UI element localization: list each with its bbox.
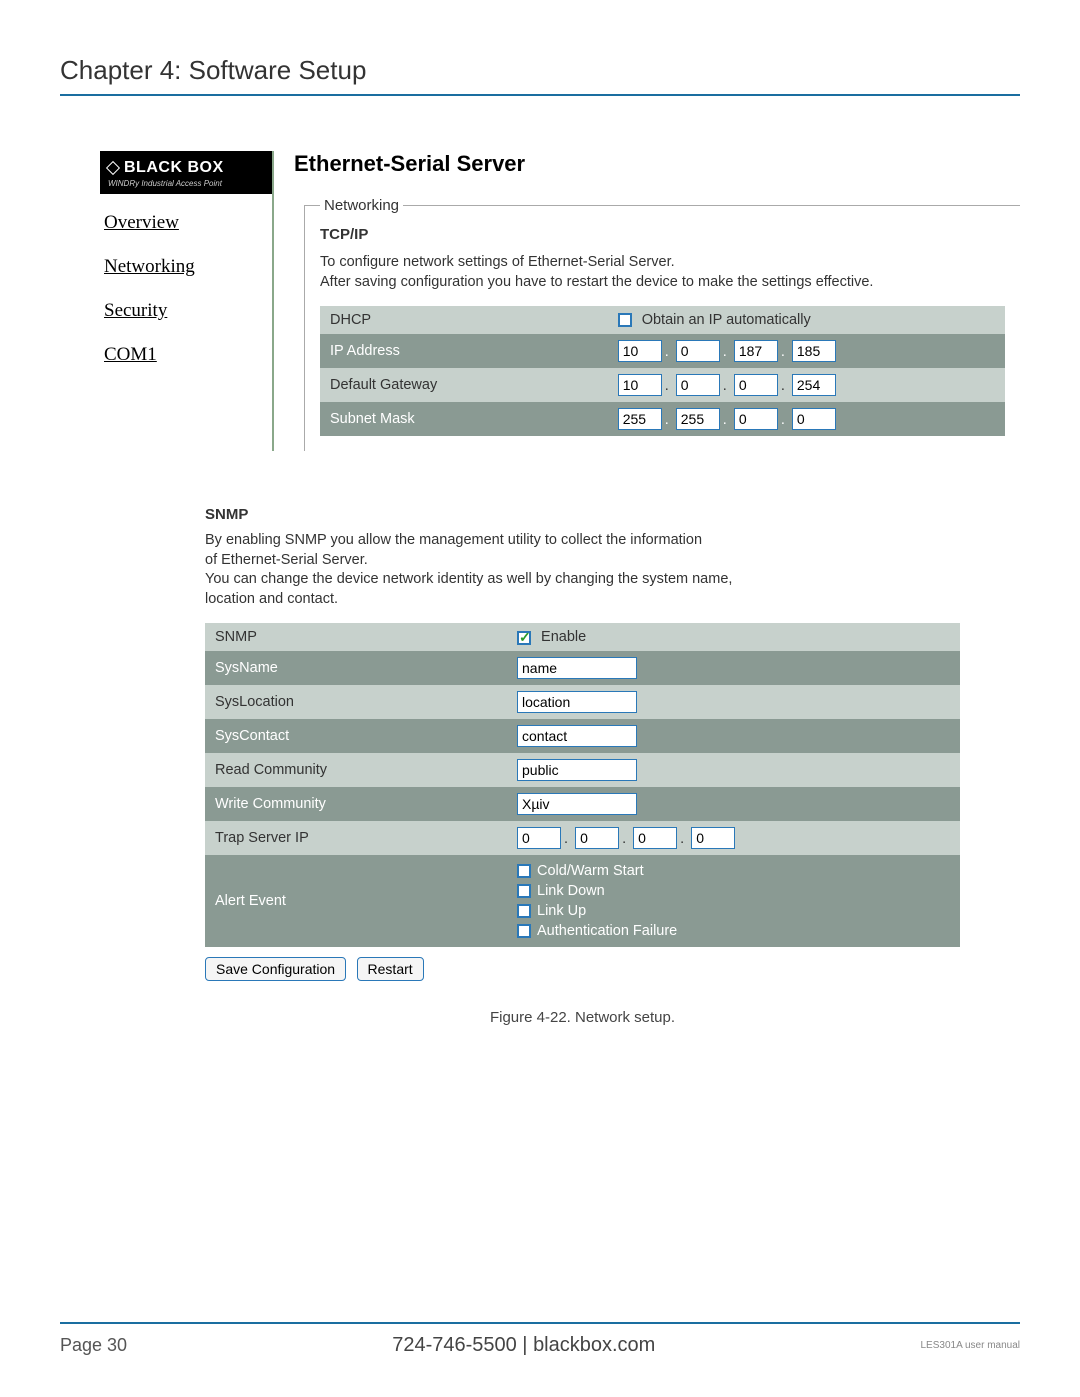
diamond-icon	[106, 161, 120, 175]
ip-octet-1[interactable]	[618, 340, 662, 362]
writecomm-input[interactable]	[517, 793, 637, 815]
nav-com1[interactable]: COM1	[104, 344, 272, 366]
page-number: Page 30	[60, 1335, 127, 1356]
nav-networking[interactable]: Networking	[104, 256, 272, 278]
dhcp-option: Obtain an IP automatically	[642, 312, 811, 328]
sysname-input[interactable]	[517, 657, 637, 679]
readcomm-input[interactable]	[517, 759, 637, 781]
mask-octet-2[interactable]	[676, 408, 720, 430]
gw-octet-1[interactable]	[618, 374, 662, 396]
writecomm-label: Write Community	[205, 787, 507, 821]
snmp-desc-1: By enabling SNMP you allow the managemen…	[205, 532, 702, 548]
alert-coldwarm-checkbox[interactable]	[517, 864, 531, 878]
snmp-enable-option: Enable	[541, 629, 586, 645]
mask-octet-1[interactable]	[618, 408, 662, 430]
dhcp-checkbox[interactable]	[618, 313, 632, 327]
trapip-octet-3[interactable]	[633, 827, 677, 849]
trapip-octet-1[interactable]	[517, 827, 561, 849]
trapip-octet-4[interactable]	[691, 827, 735, 849]
gw-octet-3[interactable]	[734, 374, 778, 396]
nav-overview[interactable]: Overview	[104, 212, 272, 234]
restart-button[interactable]: Restart	[357, 957, 424, 981]
snmp-desc-2: of Ethernet-Serial Server.	[205, 552, 368, 568]
alert-label: Alert Event	[205, 855, 507, 947]
alert-authfail-text: Authentication Failure	[537, 923, 677, 939]
trapip-label: Trap Server IP	[205, 821, 507, 855]
figure-caption: Figure 4-22. Network setup.	[205, 1009, 960, 1026]
alert-linkup-text: Link Up	[537, 903, 586, 919]
snmp-table: SNMP Enable SysName SysLocation SysConta…	[205, 623, 960, 947]
ip-label: IP Address	[320, 334, 608, 368]
snmp-desc-3: You can change the device network identi…	[205, 571, 732, 587]
tcpip-desc-line2: After saving configuration you have to r…	[320, 274, 873, 290]
snmp-desc-4: location and contact.	[205, 591, 338, 607]
networking-fieldset: Networking TCP/IP To configure network s…	[304, 197, 1020, 451]
readcomm-label: Read Community	[205, 753, 507, 787]
save-button[interactable]: Save Configuration	[205, 957, 346, 981]
sysname-label: SysName	[205, 651, 507, 685]
syscontact-input[interactable]	[517, 725, 637, 747]
tcpip-desc: To configure network settings of Etherne…	[320, 253, 1005, 292]
chapter-title: Chapter 4: Software Setup	[60, 55, 1020, 96]
snmp-desc: By enabling SNMP you allow the managemen…	[205, 531, 960, 609]
nav-security[interactable]: Security	[104, 300, 272, 322]
logo-brand: BLACK BOX	[124, 159, 224, 177]
snmp-label: SNMP	[205, 506, 960, 523]
tcpip-desc-line1: To configure network settings of Etherne…	[320, 254, 675, 270]
footer-center: 724-746-5500 | blackbox.com	[392, 1334, 655, 1357]
logo: BLACK BOX WINDRy Industrial Access Point	[100, 151, 272, 194]
gw-octet-4[interactable]	[792, 374, 836, 396]
mask-label: Subnet Mask	[320, 402, 608, 436]
alert-linkdown-checkbox[interactable]	[517, 884, 531, 898]
syslocation-label: SysLocation	[205, 685, 507, 719]
syscontact-label: SysContact	[205, 719, 507, 753]
gw-octet-2[interactable]	[676, 374, 720, 396]
server-title: Ethernet-Serial Server	[294, 151, 1020, 177]
sidebar: BLACK BOX WINDRy Industrial Access Point…	[100, 151, 272, 451]
mask-octet-4[interactable]	[792, 408, 836, 430]
footer-manual: LES301A user manual	[920, 1340, 1020, 1351]
alert-coldwarm-text: Cold/Warm Start	[537, 863, 644, 879]
tcpip-table: DHCP Obtain an IP automatically IP Addre…	[320, 306, 1005, 436]
trapip-octet-2[interactable]	[575, 827, 619, 849]
alert-authfail-checkbox[interactable]	[517, 924, 531, 938]
ip-octet-3[interactable]	[734, 340, 778, 362]
snmp-enable-checkbox[interactable]	[517, 631, 531, 645]
syslocation-input[interactable]	[517, 691, 637, 713]
gw-label: Default Gateway	[320, 368, 608, 402]
ip-octet-4[interactable]	[792, 340, 836, 362]
alert-linkup-checkbox[interactable]	[517, 904, 531, 918]
dhcp-label: DHCP	[320, 306, 608, 334]
mask-octet-3[interactable]	[734, 408, 778, 430]
page-footer: Page 30 724-746-5500 | blackbox.com LES3…	[60, 1322, 1020, 1357]
snmp-enable-label: SNMP	[205, 623, 507, 651]
fieldset-legend: Networking	[320, 197, 403, 214]
ip-octet-2[interactable]	[676, 340, 720, 362]
logo-subtitle: WINDRy Industrial Access Point	[108, 179, 264, 188]
tcpip-label: TCP/IP	[320, 226, 1005, 243]
alert-linkdown-text: Link Down	[537, 883, 605, 899]
